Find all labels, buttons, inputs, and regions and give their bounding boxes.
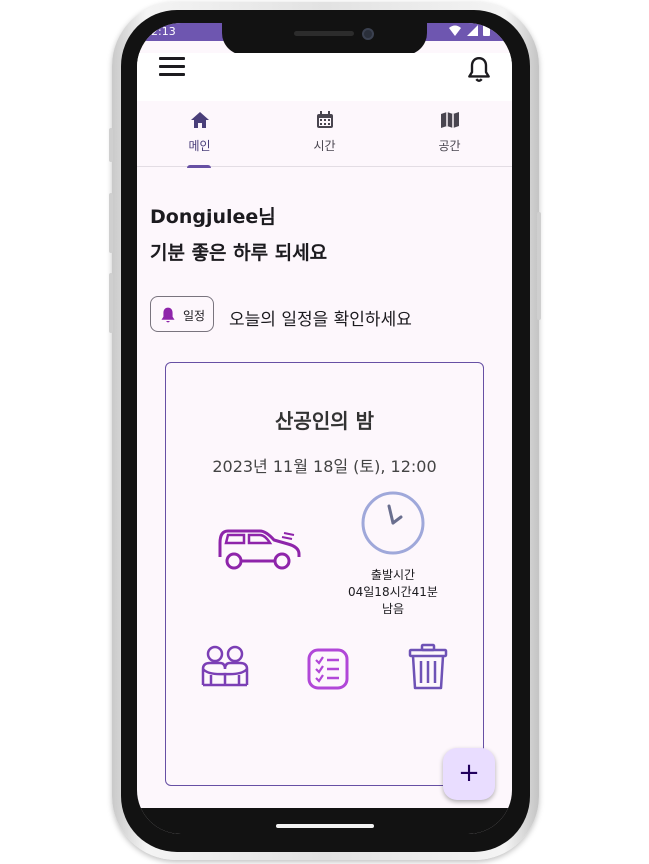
phone-volume-down-button: [109, 273, 113, 333]
battery-icon: [483, 25, 490, 36]
clock-icon[interactable]: [360, 490, 426, 556]
tab-time[interactable]: 시간: [262, 101, 387, 167]
active-tab-indicator: [187, 165, 211, 168]
map-icon: [440, 112, 459, 128]
speaker-grille: [294, 31, 354, 36]
app-screen: 2:13 메인 시간 공간 Dongjulee님 기분 좋은 하루 되세요 일정…: [137, 23, 512, 834]
greeting-message: 기분 좋은 하루 되세요: [150, 242, 328, 264]
home-indicator[interactable]: [276, 824, 374, 828]
schedule-chip[interactable]: 일정: [150, 296, 214, 332]
departure-suffix: 남음: [381, 602, 405, 616]
tab-bar: 메인 시간 공간: [137, 101, 512, 168]
phone-side-button: [109, 128, 113, 162]
calendar-icon: [316, 111, 333, 128]
checklist-icon[interactable]: [307, 648, 349, 690]
phone-volume-up-button: [109, 193, 113, 253]
tab-time-label: 시간: [313, 139, 336, 153]
menu-icon[interactable]: [159, 57, 185, 77]
front-camera: [362, 28, 374, 40]
departure-remaining: 04일18시간41분: [348, 585, 438, 599]
bell-icon: [161, 307, 175, 323]
tab-space-label: 공간: [438, 139, 461, 153]
greeting-name: Dongjulee님: [150, 206, 276, 228]
top-app-bar: [137, 53, 512, 101]
event-card[interactable]: 산공인의 밤 2023년 11월 18일 (토), 12:00 출발시간 04일…: [165, 362, 484, 786]
departure-label: 출발시간: [370, 568, 416, 582]
notification-bell-icon[interactable]: [466, 56, 492, 84]
phone-power-button: [537, 212, 541, 320]
add-fab-button[interactable]: +: [443, 748, 495, 800]
car-icon[interactable]: [214, 523, 304, 571]
tab-main[interactable]: 메인: [137, 101, 262, 168]
home-icon: [190, 112, 209, 128]
people-icon[interactable]: [200, 645, 250, 687]
wifi-icon: [449, 25, 461, 36]
schedule-prompt: 오늘의 일정을 확인하세요: [229, 310, 412, 330]
departure-info: 출발시간 04일18시간41분 남음: [326, 567, 460, 618]
signal-icon: [466, 25, 478, 36]
tab-main-label: 메인: [188, 139, 211, 153]
camera-notch: [222, 23, 427, 55]
system-nav-bar: [137, 808, 512, 834]
schedule-chip-label: 일정: [183, 309, 206, 323]
event-title: 산공인의 밤: [275, 409, 374, 433]
tab-space[interactable]: 공간: [387, 101, 512, 167]
status-icons: [449, 24, 490, 39]
event-datetime: 2023년 11월 18일 (토), 12:00: [212, 457, 437, 476]
status-time: 2:13: [151, 25, 176, 38]
trash-icon[interactable]: [408, 643, 448, 691]
